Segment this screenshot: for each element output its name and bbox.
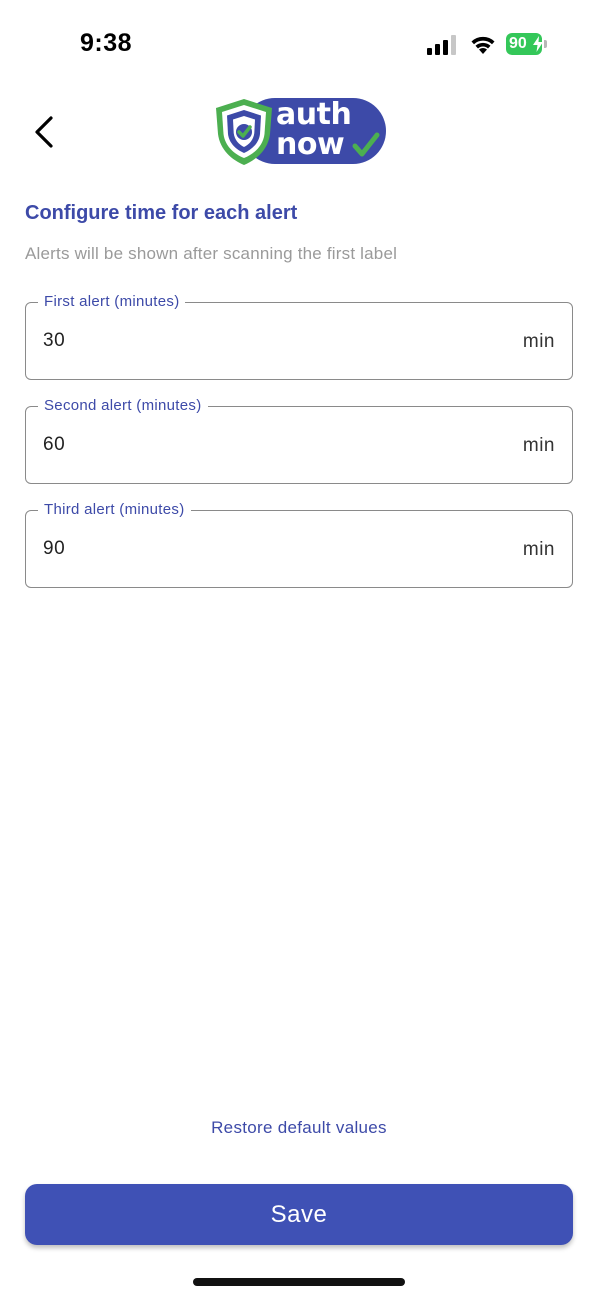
wifi-icon: [471, 36, 495, 54]
logo-line-now: now: [276, 127, 345, 162]
third-alert-label: Third alert (minutes): [38, 500, 191, 520]
second-alert-input[interactable]: [43, 429, 463, 461]
cellular-signal-icon: [427, 35, 456, 55]
status-bar: 9:38 90: [0, 0, 598, 90]
page-subtitle: Alerts will be shown after scanning the …: [25, 244, 398, 263]
status-time: 9:38: [80, 29, 133, 57]
charging-bolt-icon: [533, 36, 543, 52]
second-alert-field: Second alert (minutes) min: [25, 396, 573, 484]
battery-charging-icon: 90: [506, 33, 548, 55]
chevron-left-icon: [35, 116, 53, 148]
back-button[interactable]: [22, 108, 66, 156]
logo-text: auth now: [276, 97, 352, 162]
second-alert-label: Second alert (minutes): [38, 396, 208, 416]
logo-line-auth: auth: [276, 97, 352, 132]
restore-defaults-button[interactable]: Restore default values: [0, 1118, 598, 1138]
third-alert-suffix: min: [522, 539, 555, 560]
authnow-logo: auth now: [212, 96, 386, 168]
third-alert-field: Third alert (minutes) min: [25, 500, 573, 588]
first-alert-input[interactable]: [43, 325, 463, 357]
logo-checkmark-icon: [352, 132, 380, 157]
shield-check-icon: [216, 99, 272, 165]
second-alert-suffix: min: [522, 435, 555, 456]
first-alert-field: First alert (minutes) min: [25, 292, 573, 380]
home-indicator[interactable]: [193, 1278, 405, 1286]
first-alert-label: First alert (minutes): [38, 292, 186, 312]
save-button[interactable]: Save: [25, 1184, 573, 1245]
third-alert-input[interactable]: [43, 533, 463, 565]
first-alert-suffix: min: [522, 331, 555, 352]
battery-cap: [544, 40, 547, 48]
page-title: Configure time for each alert: [25, 202, 298, 224]
